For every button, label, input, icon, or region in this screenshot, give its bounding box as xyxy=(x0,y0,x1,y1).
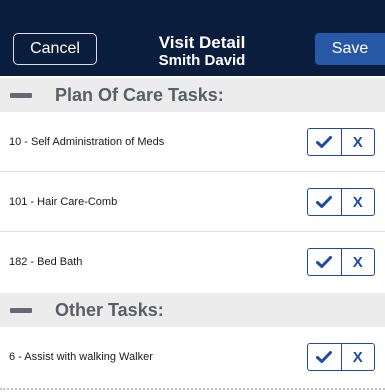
checkmark-icon xyxy=(316,351,333,363)
task-action-group: X xyxy=(307,248,375,276)
minus-icon[interactable] xyxy=(10,308,32,313)
task-action-group: X xyxy=(307,188,375,216)
section-title: Plan Of Care Tasks: xyxy=(55,85,224,105)
task-label: 10 - Self Administration of Meds xyxy=(9,136,165,148)
accept-button[interactable] xyxy=(308,129,342,155)
list-divider xyxy=(0,388,385,390)
page-title-block: Visit Detail Smith David xyxy=(110,33,294,70)
save-button[interactable]: Save xyxy=(315,33,385,65)
section-header-other-tasks[interactable]: Other Tasks: xyxy=(0,293,385,327)
task-row: 10 - Self Administration of Meds X xyxy=(0,112,385,172)
patient-name: Smith David xyxy=(158,52,246,69)
task-row: 6 - Assist with walking Walker X xyxy=(0,327,385,387)
task-action-group: X xyxy=(307,343,375,371)
section-title: Other Tasks: xyxy=(55,300,164,320)
decline-button[interactable]: X xyxy=(342,189,375,215)
decline-button[interactable]: X xyxy=(342,344,375,370)
minus-icon[interactable] xyxy=(10,93,32,98)
header-bar: Cancel Visit Detail Smith David Save xyxy=(0,0,385,76)
page-title: Visit Detail xyxy=(158,33,246,52)
decline-button[interactable]: X xyxy=(342,129,375,155)
cancel-button[interactable]: Cancel xyxy=(13,33,97,65)
task-action-group: X xyxy=(307,128,375,156)
task-row: 101 - Hair Care-Comb X xyxy=(0,172,385,232)
section-header-plan-of-care[interactable]: Plan Of Care Tasks: xyxy=(0,78,385,112)
accept-button[interactable] xyxy=(308,344,342,370)
checkmark-icon xyxy=(316,196,333,208)
accept-button[interactable] xyxy=(308,249,342,275)
task-label: 182 - Bed Bath xyxy=(9,256,83,268)
decline-button[interactable]: X xyxy=(342,249,375,275)
checkmark-icon xyxy=(316,136,333,148)
accept-button[interactable] xyxy=(308,189,342,215)
task-row: 182 - Bed Bath X xyxy=(0,232,385,292)
checkmark-icon xyxy=(316,256,333,268)
task-label: 6 - Assist with walking Walker xyxy=(9,351,153,363)
task-label: 101 - Hair Care-Comb xyxy=(9,196,118,208)
